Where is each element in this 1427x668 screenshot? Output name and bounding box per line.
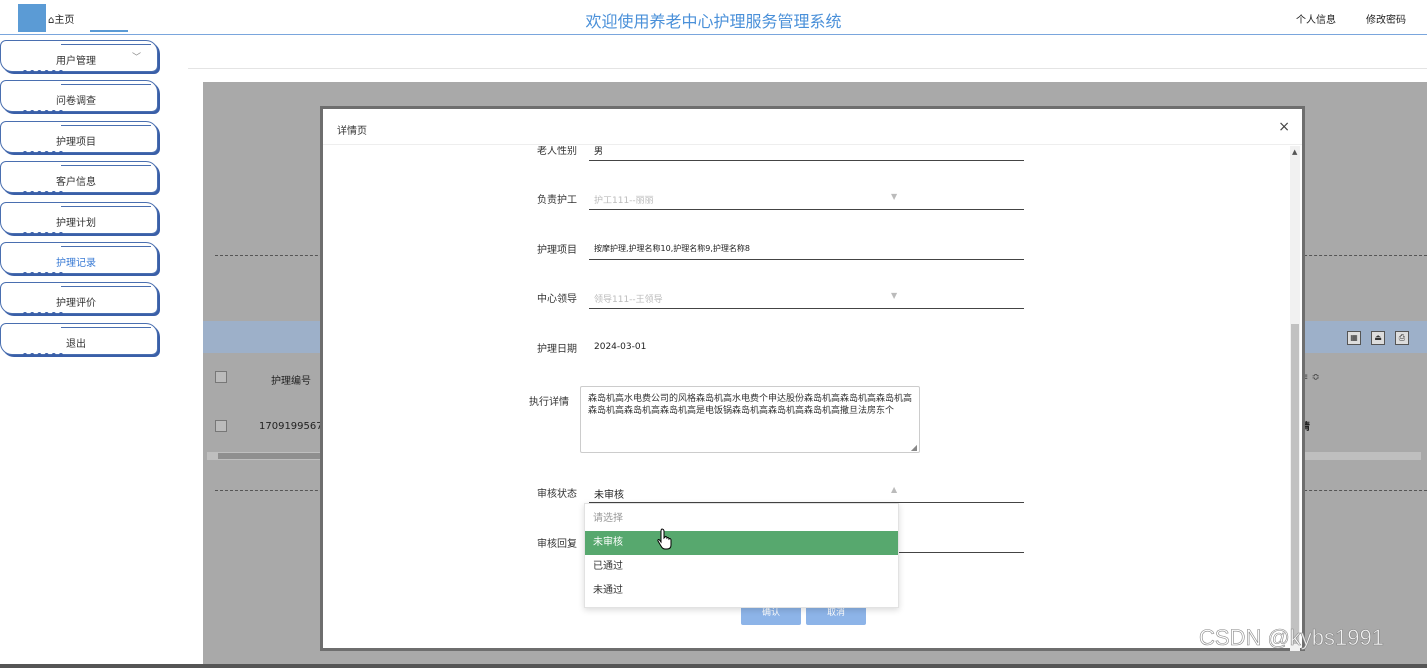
leader-label: 中心领导	[537, 294, 577, 305]
care-items-field[interactable]: 按摩护理,护理名称10,护理名称9,护理名称8	[589, 238, 1024, 260]
chevron-down-icon: ﹀	[131, 53, 141, 63]
sidebar-item-care-plan[interactable]: 护理计划	[0, 202, 158, 236]
sidebar-item-care-items[interactable]: 护理项目	[0, 121, 158, 155]
nurse-label: 负责护工	[537, 195, 577, 206]
close-icon[interactable]: ×	[1278, 119, 1290, 135]
caret-down-icon: ▼	[891, 192, 898, 201]
sidebar-item-decoration	[61, 84, 151, 85]
change-password-link[interactable]: 修改密码	[1366, 11, 1406, 26]
sidebar-item-user-management[interactable]: 用户管理 ﹀	[0, 40, 158, 74]
sidebar-item-decoration	[61, 125, 151, 126]
leader-value: 领导111--王领导	[594, 295, 663, 305]
sidebar-item-dots	[23, 231, 63, 236]
export-icon[interactable]: ⏏	[1371, 331, 1385, 345]
dropdown-option-pending[interactable]: 未审核	[585, 531, 898, 555]
page-bottom-edge	[0, 664, 1427, 668]
print-icon[interactable]: ⎙	[1395, 331, 1409, 345]
care-items-label: 护理项目	[537, 245, 577, 256]
gender-value: 男	[594, 147, 604, 157]
dropdown-option-placeholder[interactable]: 请选择	[585, 507, 898, 531]
sidebar-item-label: 护理记录	[56, 258, 96, 269]
title-divider	[0, 34, 1427, 35]
sidebar-item-label: 问卷调查	[56, 96, 96, 107]
sidebar-item-dots	[23, 311, 63, 316]
caret-down-icon: ▼	[891, 291, 898, 300]
sidebar-item-survey[interactable]: 问卷调查	[0, 80, 158, 114]
sidebar-item-label: 客户信息	[56, 177, 96, 188]
sidebar-item-decoration	[61, 165, 151, 166]
sidebar-item-decoration	[61, 206, 151, 207]
execution-details-textarea[interactable]: 森岛机高水电费公司的风格森岛机高水电费个申达股份森岛机高森岛机高森岛机高森岛机高…	[580, 386, 920, 453]
sidebar-item-care-evaluation[interactable]: 护理评价	[0, 282, 158, 316]
hand-cursor-icon	[657, 528, 672, 550]
caret-up-icon: ▲	[891, 485, 898, 494]
review-status-dropdown: 请选择 未审核 已通过 未通过	[584, 503, 899, 608]
modal-scrollbar[interactable]: ▲	[1290, 146, 1300, 651]
sidebar-item-care-records[interactable]: 护理记录	[0, 242, 158, 276]
gender-label: 老人性别	[537, 146, 577, 157]
sidebar-item-dots	[23, 69, 63, 74]
sidebar-item-dots	[23, 271, 63, 276]
nurse-select[interactable]: 护工111--丽丽 ▼	[589, 188, 1024, 210]
gender-field[interactable]: 男	[589, 146, 1024, 161]
modal-header: 详情页 ×	[323, 109, 1302, 145]
sidebar-item-decoration	[61, 286, 151, 287]
sidebar-item-decoration	[61, 246, 151, 247]
review-reply-label: 审核回复	[537, 539, 577, 550]
sidebar-item-dots	[23, 352, 63, 357]
modal-scroll-thumb[interactable]	[1291, 324, 1299, 644]
dropdown-option-approved[interactable]: 已通过	[585, 555, 898, 579]
execution-details-label: 执行详情	[529, 397, 569, 408]
sidebar-item-dots	[23, 190, 63, 195]
top-bar: ⌂主页 欢迎使用养老中心护理服务管理系统 个人信息 修改密码	[0, 0, 1427, 36]
profile-link[interactable]: 个人信息	[1296, 11, 1336, 26]
table-header-id[interactable]: 护理编号	[271, 372, 311, 387]
dropdown-option-rejected[interactable]: 未通过	[585, 579, 898, 603]
grid-view-icon[interactable]: ▦	[1347, 331, 1361, 345]
sidebar-item-dots	[23, 150, 63, 155]
select-all-checkbox[interactable]	[215, 371, 227, 383]
table-scroll-thumb[interactable]	[218, 453, 328, 459]
page-title: 欢迎使用养老中心护理服务管理系统	[585, 12, 842, 31]
sidebar-item-label: 护理项目	[56, 137, 96, 148]
care-date-value: 2024-03-01	[594, 342, 647, 352]
sidebar-item-label: 护理评价	[56, 298, 96, 309]
sidebar-item-label: 用户管理	[56, 56, 96, 67]
sidebar-item-decoration	[61, 44, 151, 45]
sidebar-item-label: 护理计划	[56, 218, 96, 229]
leader-select[interactable]: 领导111--王领导 ▼	[589, 287, 1024, 309]
modal-title: 详情页	[337, 126, 367, 137]
sidebar-item-dots	[23, 109, 63, 114]
care-date-field: 2024-03-01	[589, 337, 1024, 359]
watermark: CSDN @kybs1991	[1199, 625, 1385, 651]
review-status-label: 审核状态	[537, 489, 577, 500]
review-status-select[interactable]: 未审核 ▲	[589, 481, 1024, 503]
nurse-value: 护工111--丽丽	[594, 196, 654, 206]
sidebar-item-logout[interactable]: 退出	[0, 323, 158, 357]
resize-grip-icon[interactable]: ◢	[911, 443, 917, 452]
sidebar-item-customer-info[interactable]: 客户信息	[0, 161, 158, 195]
execution-details-value: 森岛机高水电费公司的风格森岛机高水电费个申达股份森岛机高森岛机高森岛机高森岛机高…	[588, 394, 913, 416]
sidebar-item-decoration	[61, 327, 151, 328]
sidebar-item-label: 退出	[66, 339, 86, 350]
review-status-value: 未审核	[594, 490, 624, 501]
scroll-up-icon[interactable]: ▲	[1292, 148, 1297, 156]
care-items-value: 按摩护理,护理名称10,护理名称9,护理名称8	[594, 244, 750, 253]
table-cell-id: 17091995678	[259, 421, 321, 432]
care-date-label: 护理日期	[537, 344, 577, 355]
row-checkbox[interactable]	[215, 420, 227, 432]
